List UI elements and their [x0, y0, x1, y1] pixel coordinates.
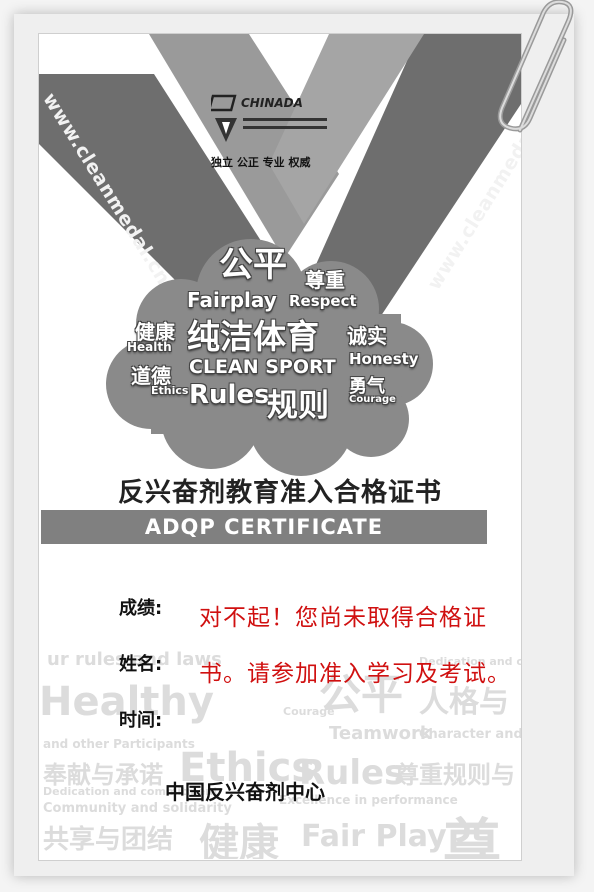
status-message: 对不起！您尚未取得合格证书。请参加准入学习及考试。: [199, 605, 511, 687]
certificate-banner: ADQP CERTIFICATE: [41, 510, 487, 544]
star-icon: [211, 94, 237, 142]
issuer-name: 中国反兴奋剂中心: [165, 780, 325, 804]
certificate-card: www.cleanmedal.cn www.cleanmedal.cn CHIN…: [38, 33, 522, 861]
logo-name: CHINADA: [241, 96, 303, 110]
collage-word: 尊: [443, 812, 502, 859]
word-ethics: Ethics: [151, 384, 189, 397]
name-label: 姓名:: [119, 654, 163, 675]
collage-word: Courage: [283, 705, 335, 718]
chinada-logo: CHINADA 独立 公正 专业 权威: [211, 92, 331, 172]
collage-word: 健康: [199, 821, 279, 859]
word-honesty: Honesty: [349, 350, 419, 368]
word-courage: Courage: [349, 394, 396, 405]
collage-word: 共享与团结: [43, 825, 174, 855]
logo-tagline: 独立 公正 专业 权威: [211, 156, 311, 169]
word-rules: Rules: [189, 380, 270, 410]
word-gongping: 公平: [219, 245, 287, 285]
word-clean-sport: CLEAN SPORT: [189, 356, 336, 378]
word-chunjie: 纯洁体育: [187, 317, 319, 356]
certificate-title: 反兴奋剂教育准入合格证书: [117, 478, 442, 508]
word-zunzhong: 尊重: [305, 268, 345, 292]
word-chengshi: 诚实: [347, 324, 387, 348]
score-label: 成绩:: [119, 598, 163, 619]
word-respect: Respect: [289, 292, 357, 310]
logo-lines: [243, 118, 327, 134]
word-guize: 规则: [267, 388, 329, 424]
collage-word: Fair Play: [301, 819, 447, 854]
word-health: Health: [127, 340, 172, 354]
paperclip-icon: [497, 0, 574, 133]
time-label: 时间:: [119, 710, 163, 731]
collage-word: and other Participants: [43, 737, 195, 751]
collage-word: Character and: [419, 727, 521, 742]
word-fairplay: Fairplay: [187, 288, 277, 312]
collage-word: 尊重规则与: [395, 761, 515, 789]
collage-word: Teamwork: [329, 723, 432, 744]
